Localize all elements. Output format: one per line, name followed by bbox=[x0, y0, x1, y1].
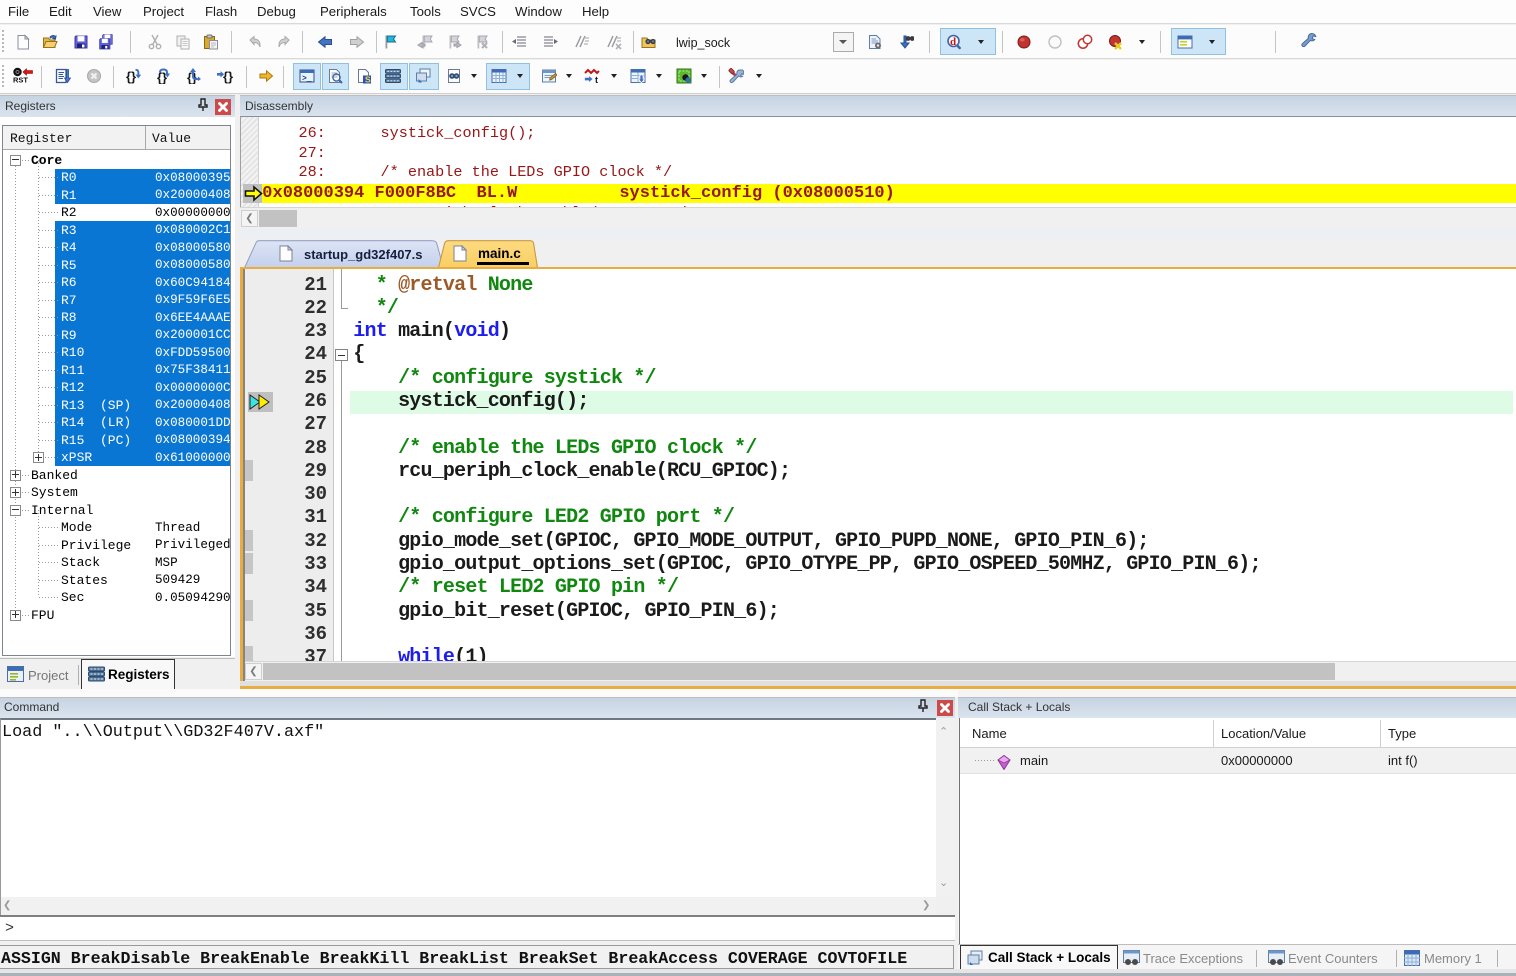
svg-text:>_: >_ bbox=[302, 75, 312, 84]
svg-text:{}: {} bbox=[223, 69, 233, 84]
svg-text:S: S bbox=[365, 75, 371, 85]
svg-text:d: d bbox=[950, 36, 956, 48]
svg-text:RST: RST bbox=[13, 76, 28, 85]
svg-text:t: t bbox=[595, 75, 598, 84]
svg-text:{}: {} bbox=[157, 70, 167, 84]
svg-text:{}: {} bbox=[126, 69, 136, 84]
